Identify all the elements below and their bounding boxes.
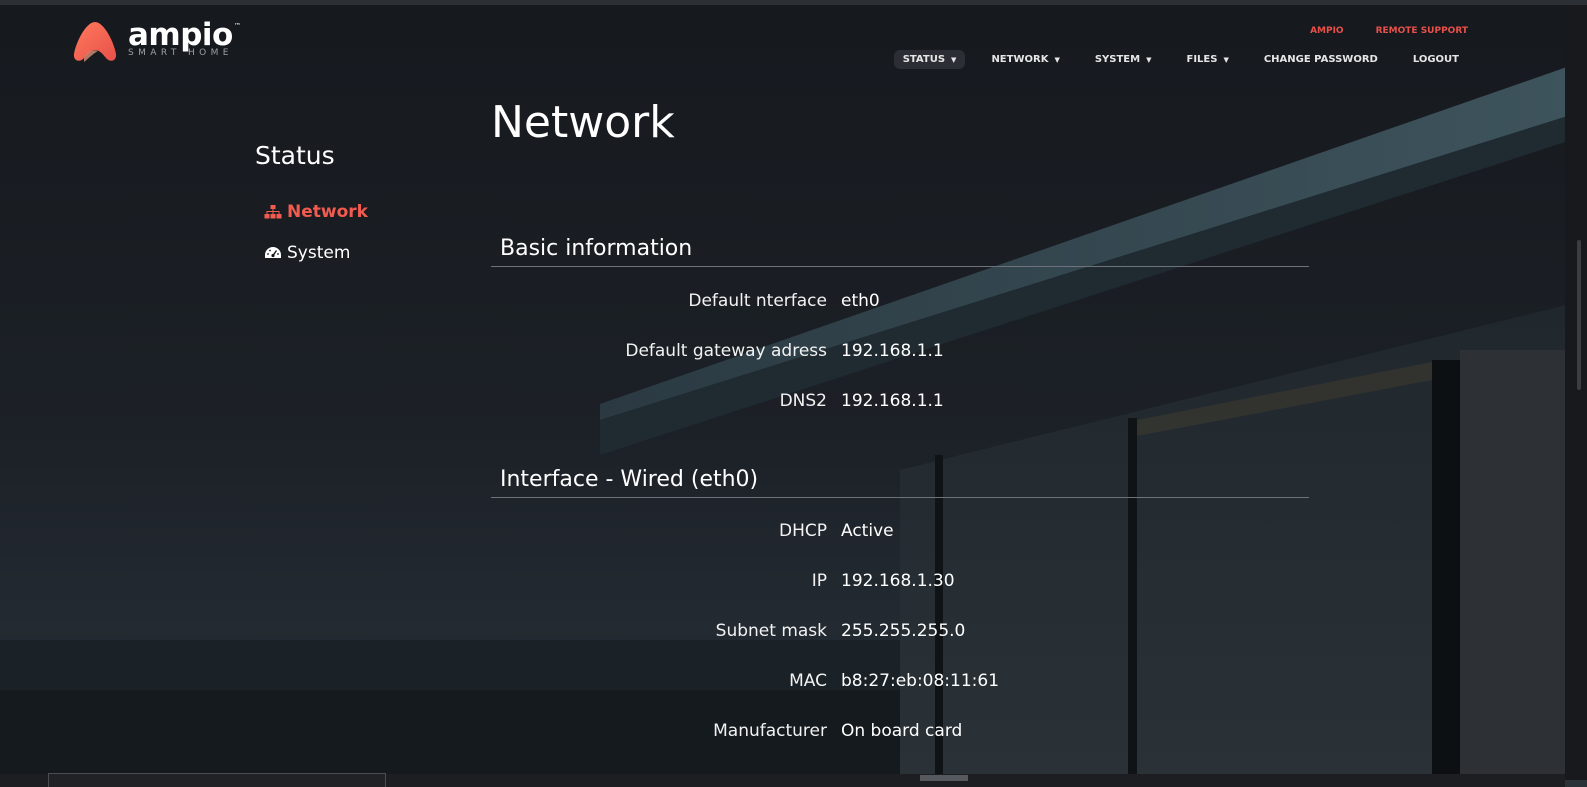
bottom-panel-tab[interactable] <box>48 773 386 787</box>
sidebar-item-system-label: System <box>287 243 351 263</box>
nav-change-password[interactable]: CHANGE PASSWORD <box>1255 50 1387 69</box>
brand-name: ampio <box>128 17 233 53</box>
browser-top-edge <box>0 0 1587 5</box>
page-title: Network <box>491 97 675 148</box>
section-basic-information: Basic information Default nterface eth0 … <box>491 232 1309 411</box>
sidebar-title: Status <box>255 141 335 170</box>
brand-logo[interactable]: ampio ™ SMART HOME <box>72 17 241 64</box>
brand-tagline: SMART HOME <box>128 48 233 58</box>
sitemap-icon <box>264 205 282 219</box>
sidebar-menu: Network System <box>264 201 368 283</box>
horizontal-scrollbar-thumb[interactable] <box>920 775 968 781</box>
caret-down-icon: ▼ <box>1054 55 1060 64</box>
nav-network[interactable]: NETWORK ▼ <box>982 50 1068 69</box>
info-row-default-interface: Default nterface eth0 <box>491 289 1309 313</box>
nav-files[interactable]: FILES ▼ <box>1177 50 1237 69</box>
brand-trademark: ™ <box>233 22 241 30</box>
info-label: Subnet mask <box>715 621 827 641</box>
info-value: 192.168.1.1 <box>841 391 944 411</box>
section-title: Interface - Wired (eth0) <box>491 463 1309 498</box>
info-row-mac: MAC b8:27:eb:08:11:61 <box>491 669 1309 693</box>
section-interface-wired: Interface - Wired (eth0) DHCP Active IP … <box>491 463 1309 741</box>
info-label: Default nterface <box>688 291 827 311</box>
info-label: MAC <box>789 671 827 691</box>
sidebar-item-system[interactable]: System <box>264 242 368 264</box>
info-label: IP <box>811 571 827 591</box>
nav-system-label: SYSTEM <box>1094 54 1141 65</box>
info-label: DHCP <box>779 521 827 541</box>
ampio-link[interactable]: AMPIO <box>1310 26 1344 36</box>
nav-status[interactable]: STATUS ▼ <box>893 50 966 69</box>
nav-logout[interactable]: LOGOUT <box>1404 50 1468 69</box>
caret-down-icon: ▼ <box>1146 55 1152 64</box>
vertical-scrollbar[interactable] <box>1565 5 1587 780</box>
info-value: b8:27:eb:08:11:61 <box>841 671 1000 691</box>
nav-system[interactable]: SYSTEM ▼ <box>1086 50 1161 69</box>
info-row-default-gateway: Default gateway adress 192.168.1.1 <box>491 339 1309 363</box>
vertical-scrollbar-thumb[interactable] <box>1577 240 1581 390</box>
info-row-manufacturer: Manufacturer On board card <box>491 719 1309 743</box>
info-value: 192.168.1.1 <box>841 341 944 361</box>
sidebar-item-network[interactable]: Network <box>264 201 368 223</box>
info-value: 192.168.1.30 <box>841 571 955 591</box>
section-title: Basic information <box>491 232 1309 267</box>
info-row-dhcp: DHCP Active <box>491 519 1309 543</box>
caret-down-icon: ▼ <box>951 55 957 64</box>
caret-down-icon: ▼ <box>1223 55 1229 64</box>
info-value: On board card <box>841 721 963 741</box>
nav-change-password-label: CHANGE PASSWORD <box>1263 54 1378 65</box>
nav-status-label: STATUS <box>902 54 946 65</box>
main-nav: STATUS ▼ NETWORK ▼ SYSTEM ▼ FILES ▼ CHAN… <box>877 50 1468 69</box>
remote-support-link[interactable]: REMOTE SUPPORT <box>1376 26 1468 36</box>
info-label: Manufacturer <box>713 721 827 741</box>
sidebar-item-network-label: Network <box>287 202 368 222</box>
info-label: Default gateway adress <box>625 341 827 361</box>
dashboard-icon <box>265 247 281 258</box>
top-links: AMPIO REMOTE SUPPORT <box>1310 26 1468 36</box>
nav-logout-label: LOGOUT <box>1412 54 1459 65</box>
info-label: DNS2 <box>779 391 827 411</box>
info-row-ip: IP 192.168.1.30 <box>491 569 1309 593</box>
nav-files-label: FILES <box>1186 54 1218 65</box>
info-row-subnet-mask: Subnet mask 255.255.255.0 <box>491 619 1309 643</box>
ampio-logo-icon <box>73 22 117 62</box>
info-row-dns2: DNS2 192.168.1.1 <box>491 389 1309 413</box>
info-value: Active <box>841 521 894 541</box>
nav-network-label: NETWORK <box>991 54 1049 65</box>
info-value: 255.255.255.0 <box>841 621 966 641</box>
info-value: eth0 <box>841 291 880 311</box>
